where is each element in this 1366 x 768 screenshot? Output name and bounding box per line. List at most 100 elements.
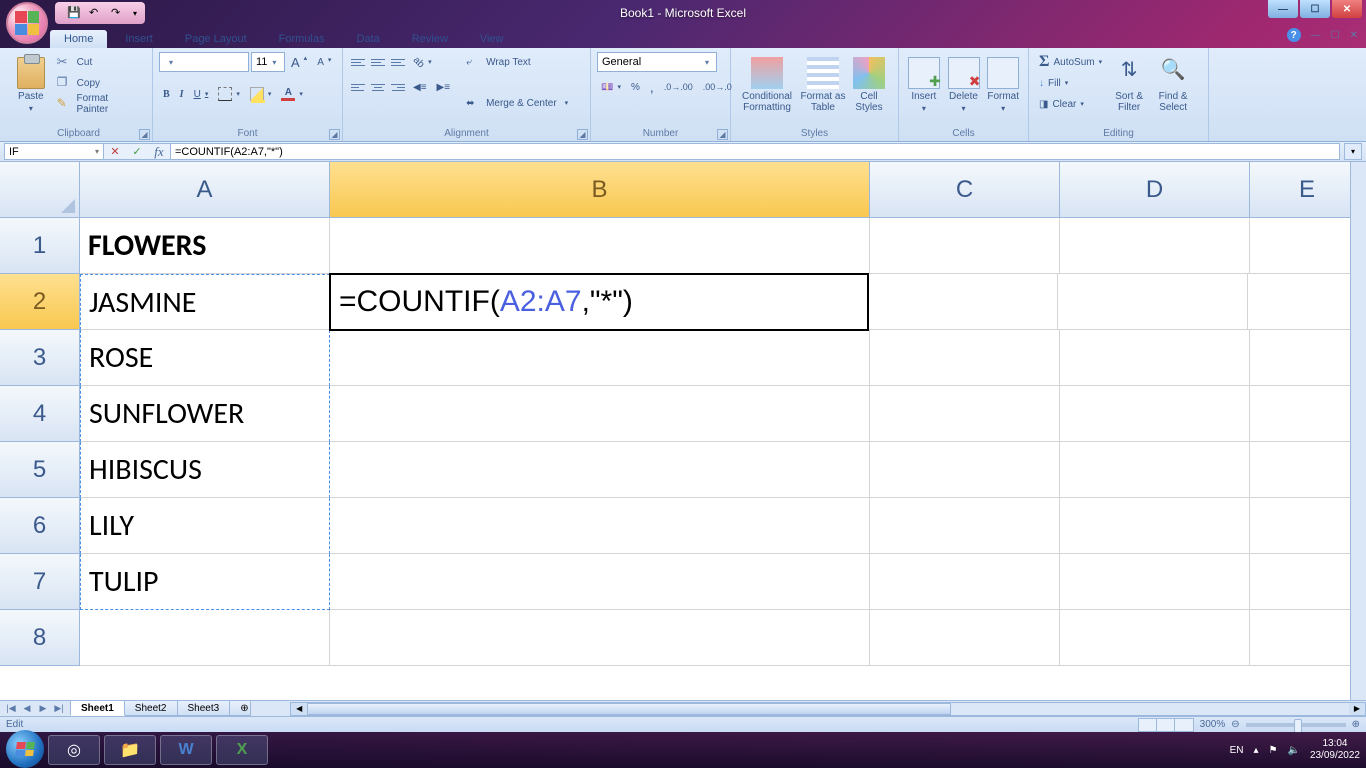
office-button[interactable] xyxy=(6,2,48,44)
format-cells-button[interactable]: Format▾ xyxy=(984,52,1022,118)
enter-formula-button[interactable]: ✓ xyxy=(126,145,148,158)
font-name-combo[interactable]: ▾ xyxy=(159,52,249,72)
cell-d5[interactable] xyxy=(1060,442,1250,498)
row-header-3[interactable]: 3 xyxy=(0,330,80,386)
undo-icon[interactable]: ↶ xyxy=(89,6,103,20)
font-size-combo[interactable]: 11▾ xyxy=(251,52,285,72)
cell-e6[interactable] xyxy=(1250,498,1365,554)
save-icon[interactable]: 💾 xyxy=(67,6,81,20)
cell-e7[interactable] xyxy=(1250,554,1365,610)
tab-page-layout[interactable]: Page Layout xyxy=(171,30,261,48)
column-header-b[interactable]: B xyxy=(330,162,870,218)
bold-button[interactable]: B xyxy=(159,84,174,104)
align-middle-button[interactable] xyxy=(369,53,387,71)
italic-button[interactable]: I xyxy=(176,84,188,104)
copy-button[interactable]: Copy xyxy=(53,73,146,93)
cell-d6[interactable] xyxy=(1060,498,1250,554)
close-workbook-icon[interactable]: ✕ xyxy=(1350,30,1358,41)
normal-view-button[interactable] xyxy=(1139,719,1157,731)
flag-icon[interactable]: ⚑ xyxy=(1269,745,1278,756)
increase-decimal-button[interactable]: .0→.00 xyxy=(660,77,697,97)
increase-indent-button[interactable]: ▶≡ xyxy=(433,77,455,97)
cell-a3[interactable]: ROSE xyxy=(80,330,330,386)
cell-a2[interactable]: JASMINE xyxy=(80,274,330,330)
cell-b1[interactable] xyxy=(330,218,870,274)
row-header-8[interactable]: 8 xyxy=(0,610,80,666)
start-button[interactable] xyxy=(6,730,44,768)
cell-c8[interactable] xyxy=(870,610,1060,666)
cell-a5[interactable]: HIBISCUS xyxy=(80,442,330,498)
underline-button[interactable]: U▾ xyxy=(190,84,213,104)
select-all-corner[interactable] xyxy=(0,162,80,218)
cell-e5[interactable] xyxy=(1250,442,1365,498)
name-box[interactable]: IF▾ xyxy=(4,143,104,160)
chevron-down-icon[interactable]: ▾ xyxy=(29,104,33,113)
cell-c7[interactable] xyxy=(870,554,1060,610)
wrap-text-button[interactable]: ⤶Wrap Text xyxy=(462,52,572,72)
number-dialog-launcher[interactable]: ◢ xyxy=(717,129,728,140)
clock[interactable]: 13:04 23/09/2022 xyxy=(1310,738,1360,762)
zoom-in-button[interactable]: ⊕ xyxy=(1352,719,1360,730)
column-header-c[interactable]: C xyxy=(870,162,1060,218)
redo-icon[interactable]: ↷ xyxy=(111,6,125,20)
cell-c1[interactable] xyxy=(870,218,1060,274)
insert-sheet-button[interactable]: ⊕ xyxy=(229,701,251,716)
next-sheet-button[interactable]: ▶ xyxy=(36,703,50,714)
fx-button[interactable]: fx xyxy=(148,144,170,160)
expand-formula-bar-button[interactable]: ▾ xyxy=(1344,143,1362,160)
tab-data[interactable]: Data xyxy=(342,30,393,48)
orientation-button[interactable]: ab▾ xyxy=(409,52,436,72)
decrease-indent-button[interactable]: ◀≡ xyxy=(409,77,431,97)
cell-d2[interactable] xyxy=(1058,274,1248,330)
row-header-6[interactable]: 6 xyxy=(0,498,80,554)
tab-formulas[interactable]: Formulas xyxy=(265,30,339,48)
scroll-thumb[interactable] xyxy=(307,703,951,715)
border-button[interactable]: ▾ xyxy=(214,84,244,104)
cell-b3[interactable] xyxy=(330,330,870,386)
cell-a4[interactable]: SUNFLOWER xyxy=(80,386,330,442)
cell-a7[interactable]: TULIP xyxy=(80,554,330,610)
close-button[interactable]: ✕ xyxy=(1332,0,1362,18)
cell-styles-button[interactable]: Cell Styles xyxy=(849,52,889,118)
percent-button[interactable]: % xyxy=(627,77,644,97)
last-sheet-button[interactable]: ▶| xyxy=(52,703,66,714)
tab-insert[interactable]: Insert xyxy=(111,30,167,48)
help-icon[interactable]: ? xyxy=(1287,28,1301,42)
cell-b6[interactable] xyxy=(330,498,870,554)
cell-e2[interactable] xyxy=(1248,274,1363,330)
row-header-5[interactable]: 5 xyxy=(0,442,80,498)
comma-button[interactable]: , xyxy=(646,77,658,97)
cell-a6[interactable]: LILY xyxy=(80,498,330,554)
number-format-combo[interactable]: General▾ xyxy=(597,52,717,72)
align-top-button[interactable] xyxy=(349,53,367,71)
horizontal-scrollbar[interactable]: ◀ ▶ xyxy=(290,702,1366,716)
merge-center-button[interactable]: ⬌Merge & Center▾ xyxy=(462,93,572,113)
row-header-7[interactable]: 7 xyxy=(0,554,80,610)
prev-sheet-button[interactable]: ◀ xyxy=(20,703,34,714)
cell-d8[interactable] xyxy=(1060,610,1250,666)
row-header-4[interactable]: 4 xyxy=(0,386,80,442)
taskbar-app-browser[interactable]: ◎ xyxy=(48,735,100,765)
tray-chevron-up-icon[interactable]: ▴ xyxy=(1253,745,1258,756)
cell-d1[interactable] xyxy=(1060,218,1250,274)
first-sheet-button[interactable]: |◀ xyxy=(4,703,18,714)
cell-d7[interactable] xyxy=(1060,554,1250,610)
clipboard-dialog-launcher[interactable]: ◢ xyxy=(139,129,150,140)
column-header-e[interactable]: E xyxy=(1250,162,1365,218)
row-header-1[interactable]: 1 xyxy=(0,218,80,274)
find-select-button[interactable]: 🔍 Find & Select xyxy=(1152,52,1194,118)
fill-button[interactable]: ↓Fill▾ xyxy=(1035,73,1106,93)
align-right-button[interactable] xyxy=(389,78,407,96)
maximize-button[interactable]: ☐ xyxy=(1300,0,1330,18)
page-break-view-button[interactable] xyxy=(1175,719,1193,731)
sheet-tab-sheet2[interactable]: Sheet2 xyxy=(124,701,178,716)
format-as-table-button[interactable]: Format as Table xyxy=(799,52,847,118)
minimize-button[interactable]: — xyxy=(1268,0,1298,18)
cancel-formula-button[interactable]: ✕ xyxy=(104,145,126,158)
tab-review[interactable]: Review xyxy=(398,30,462,48)
taskbar-app-excel[interactable]: X xyxy=(216,735,268,765)
network-icon[interactable]: 🔈 xyxy=(1287,745,1299,756)
shrink-font-button[interactable]: A▾ xyxy=(313,52,335,72)
cell-d3[interactable] xyxy=(1060,330,1250,386)
tab-view[interactable]: View xyxy=(466,30,518,48)
